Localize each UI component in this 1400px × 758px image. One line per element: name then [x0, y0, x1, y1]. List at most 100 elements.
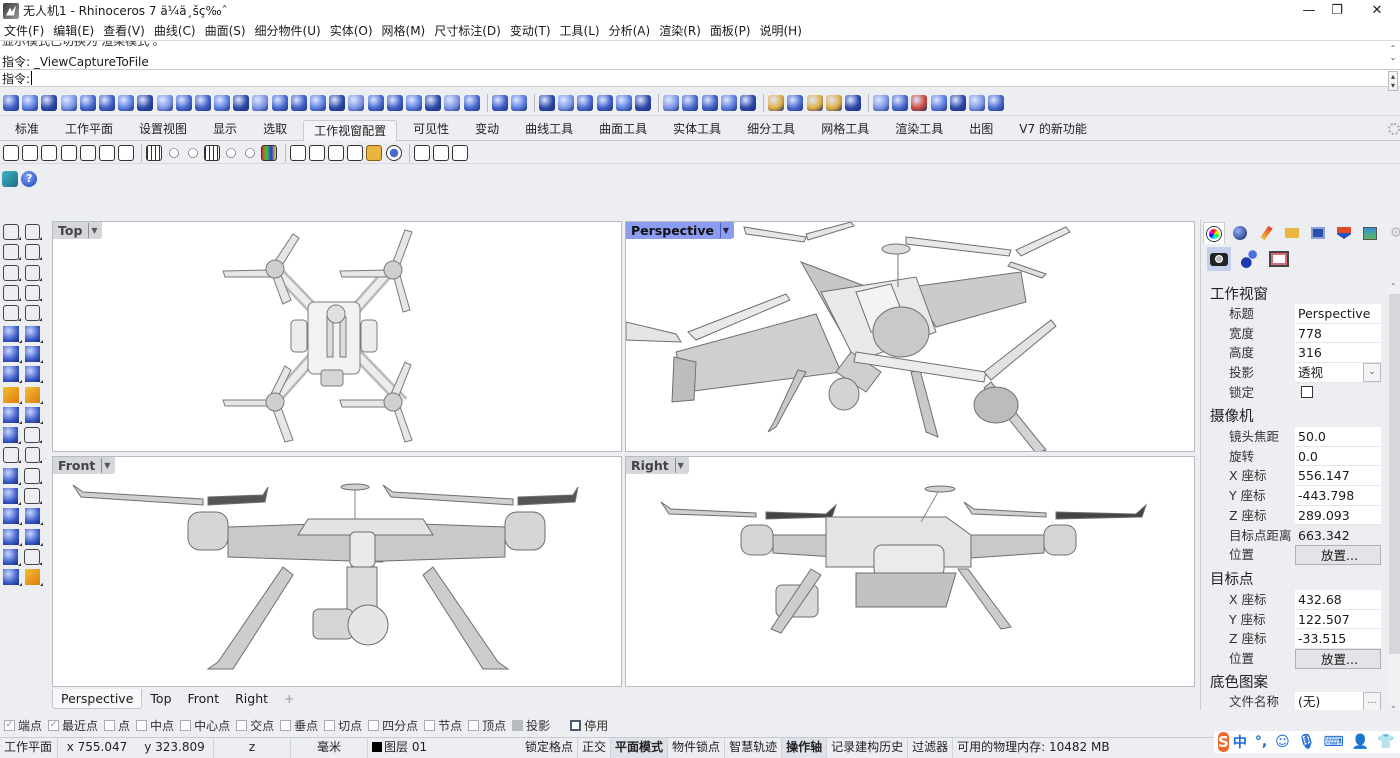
add-viewport-tab-icon[interactable]: +	[276, 689, 302, 709]
split-icon[interactable]	[24, 406, 43, 424]
toolbar-tab[interactable]: 显示	[203, 119, 247, 140]
blob-icon[interactable]	[596, 94, 613, 111]
menu-item[interactable]: 曲线(C)	[154, 22, 196, 39]
array-icon[interactable]	[3, 528, 21, 546]
status-toggle[interactable]: 物件锁点	[668, 737, 726, 758]
skin-icon[interactable]: 👕	[1377, 734, 1394, 750]
osnap-checkbox[interactable]	[280, 719, 292, 731]
filter-select-icon[interactable]	[930, 94, 947, 111]
details-icon[interactable]	[308, 144, 325, 161]
text-icon[interactable]	[3, 467, 23, 485]
dimension-icon[interactable]	[24, 508, 43, 526]
new-floating-icon[interactable]	[79, 144, 96, 161]
property-value[interactable]: (无)…	[1295, 692, 1381, 710]
mesh-grid-icon[interactable]	[425, 94, 442, 111]
untrim-icon[interactable]	[577, 94, 594, 111]
menu-item[interactable]: 变动(T)	[510, 22, 551, 39]
eye-icon[interactable]	[385, 144, 402, 161]
osnap-checkbox[interactable]	[324, 719, 336, 731]
page-icon[interactable]	[289, 144, 306, 161]
keyboard-icon[interactable]: ⌨	[1324, 734, 1344, 750]
menu-item[interactable]: 工具(L)	[560, 22, 600, 39]
osnap-checkbox[interactable]	[368, 719, 380, 731]
menu-item[interactable]: 尺寸标注(D)	[434, 22, 501, 39]
torus-icon[interactable]	[137, 94, 154, 111]
box-icon[interactable]	[3, 94, 19, 111]
cage-edit-icon[interactable]	[24, 528, 43, 546]
viewport-menu-caret-icon[interactable]: ▼	[674, 458, 686, 473]
layout-2-icon[interactable]	[3, 144, 19, 161]
osnap-checkbox[interactable]	[512, 719, 524, 731]
toolbar-tab[interactable]: 工作平面	[55, 119, 123, 140]
chain-icon[interactable]	[539, 94, 556, 111]
vp-tab-front[interactable]: Front	[180, 689, 228, 709]
toolbar-tab[interactable]: 网格工具	[811, 119, 879, 140]
osnap-checkbox[interactable]	[424, 719, 436, 731]
select-icon[interactable]	[969, 94, 985, 111]
select-arrow-icon[interactable]	[3, 224, 20, 241]
cylinder-box-icon[interactable]	[22, 94, 39, 111]
menu-item[interactable]: 渲染(R)	[659, 22, 701, 39]
lens-icon[interactable]	[245, 147, 256, 158]
sphere-icon[interactable]	[98, 94, 115, 111]
osnap-1[interactable]: ✓ 最近点	[48, 717, 98, 734]
scrollbar-thumb[interactable]	[1389, 294, 1400, 654]
osnap-7[interactable]: 切点	[324, 717, 362, 734]
polygon-icon[interactable]	[3, 305, 20, 322]
status-toggle[interactable]: 平面模式	[611, 737, 669, 758]
picture-icon[interactable]	[347, 144, 364, 161]
command-spin-arrows[interactable]: ▴ ▾	[1388, 71, 1398, 91]
mesh-patch-icon[interactable]	[463, 94, 480, 111]
osnap-12[interactable]: 停用	[570, 717, 608, 734]
vp-tab-right[interactable]: Right	[227, 689, 276, 709]
box-solid-icon[interactable]	[3, 345, 21, 363]
curve-control-points-icon[interactable]	[24, 244, 42, 261]
toolbar-tab[interactable]: 变动	[465, 119, 509, 140]
group-icon[interactable]	[3, 488, 23, 505]
two-circle-icon[interactable]	[187, 147, 198, 158]
vp-tab-top[interactable]: Top	[142, 689, 179, 709]
light-icon[interactable]	[806, 94, 823, 111]
bar-icon[interactable]	[663, 94, 680, 111]
osnap-checkbox[interactable]	[136, 719, 148, 731]
extrude-icon[interactable]	[310, 94, 326, 111]
split-horizontal-icon[interactable]	[98, 144, 115, 161]
toolbar-tab[interactable]: 曲面工具	[589, 119, 657, 140]
menu-item[interactable]: 编辑(E)	[53, 22, 94, 39]
join-icon[interactable]	[3, 406, 21, 424]
patch-surface-icon[interactable]	[24, 366, 43, 384]
toolbar-tab[interactable]: 工作视窗配置	[303, 120, 398, 141]
split-vertical-icon[interactable]	[118, 144, 135, 161]
cup-icon[interactable]	[491, 94, 508, 111]
status-toggle[interactable]: 锁定格点	[521, 737, 579, 758]
menu-item[interactable]: 文件(F)	[4, 22, 44, 39]
grid-icon[interactable]	[146, 144, 163, 161]
grid-dense-icon[interactable]	[203, 144, 220, 161]
toolbar-tab[interactable]: 细分工具	[737, 119, 805, 140]
filter-disable-icon[interactable]	[911, 94, 928, 111]
explode-icon[interactable]	[24, 386, 43, 404]
light-cone-icon[interactable]	[24, 569, 43, 587]
surface-extrude-icon[interactable]	[24, 325, 43, 343]
osnap-6[interactable]: 垂点	[280, 717, 318, 734]
mirror-icon[interactable]	[24, 488, 42, 504]
osnap-checkbox[interactable]: ✓	[48, 719, 60, 731]
toolbar-tab[interactable]: 出图	[959, 119, 1003, 140]
osnap-5[interactable]: 交点	[236, 717, 274, 734]
ime-mode[interactable]: 中	[1233, 732, 1247, 752]
filter-icon[interactable]	[844, 94, 861, 111]
toolbar-tab[interactable]: 渲染工具	[885, 119, 953, 140]
viewport-center-icon[interactable]	[60, 144, 77, 161]
units-label[interactable]: 毫米	[291, 737, 368, 758]
shell-icon[interactable]	[635, 94, 651, 111]
filter-surface-icon[interactable]	[892, 94, 909, 111]
blend-surface-icon[interactable]	[271, 94, 288, 111]
sweep1-icon[interactable]	[214, 94, 231, 111]
loft-icon[interactable]	[175, 94, 192, 111]
osnap-3[interactable]: 中点	[136, 717, 174, 734]
solid-sphere-icon[interactable]	[348, 94, 365, 111]
osnap-8[interactable]: 四分点	[368, 717, 418, 734]
surface-corner-icon[interactable]	[3, 325, 21, 343]
toolbar-tab[interactable]: 标准	[5, 119, 49, 140]
viewport-label-right[interactable]: Right ▼	[626, 457, 689, 474]
